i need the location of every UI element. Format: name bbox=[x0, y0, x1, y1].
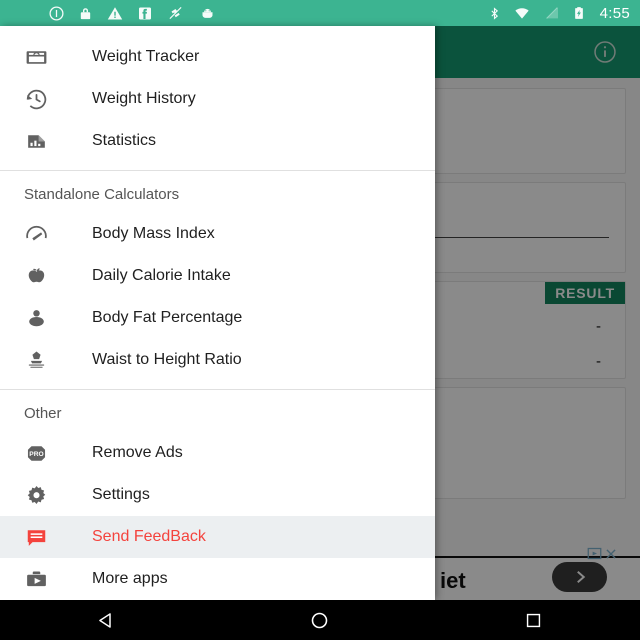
speedometer-icon bbox=[24, 222, 62, 247]
apple-icon bbox=[24, 264, 62, 289]
drawer-item-label: Body Fat Percentage bbox=[92, 309, 243, 326]
drawer-item-label: Waist to Height Ratio bbox=[92, 351, 242, 368]
facebook-icon bbox=[137, 5, 153, 22]
drawer-item-label: More apps bbox=[92, 570, 168, 587]
home-circle-icon[interactable] bbox=[285, 600, 355, 640]
status-bar-left-icons bbox=[48, 4, 217, 22]
waist-measure-icon bbox=[24, 348, 62, 373]
drawer-item-weight-tracker[interactable]: Weight Tracker bbox=[0, 36, 435, 78]
android-icon bbox=[198, 6, 217, 21]
drawer-item-label: Remove Ads bbox=[92, 444, 183, 461]
feedback-message-icon bbox=[24, 525, 62, 550]
drawer-item-label: Send FeedBack bbox=[92, 528, 206, 545]
drawer-subheader-other: Other bbox=[24, 405, 62, 422]
warning-triangle-icon bbox=[106, 5, 124, 22]
status-bar-right-icons: 4:55 bbox=[488, 4, 630, 22]
drawer-item-settings[interactable]: Settings bbox=[0, 474, 435, 516]
android-navigation-bar bbox=[0, 600, 640, 640]
info-circle-icon bbox=[48, 5, 65, 22]
pro-badge-icon: PRO bbox=[24, 441, 62, 466]
drawer-item-statistics[interactable]: Statistics bbox=[0, 120, 435, 162]
drawer-item-send-feedback[interactable]: Send FeedBack bbox=[0, 516, 435, 558]
status-bar-clock: 4:55 bbox=[599, 4, 630, 22]
bar-chart-icon bbox=[24, 129, 62, 154]
drawer-group-main: Weight Tracker Weight History Statistics bbox=[0, 36, 435, 162]
phone-screen: CM | KG IN | LB Height 6 cm RESULT - - T… bbox=[0, 0, 640, 640]
svg-text:PRO: PRO bbox=[29, 451, 43, 458]
apps-briefcase-icon bbox=[24, 567, 62, 592]
navigation-drawer: Weight Tracker Weight History Statistics… bbox=[0, 26, 435, 600]
gear-icon bbox=[24, 483, 62, 508]
lock-icon bbox=[78, 5, 93, 22]
drawer-item-body-mass-index[interactable]: Body Mass Index bbox=[0, 213, 435, 255]
status-bar: 4:55 bbox=[0, 0, 640, 26]
drawer-item-label: Weight History bbox=[92, 90, 196, 107]
wifi-icon bbox=[512, 5, 532, 21]
bluetooth-icon bbox=[488, 5, 501, 22]
drawer-item-label: Weight Tracker bbox=[92, 48, 200, 65]
signal-off-icon bbox=[543, 5, 561, 21]
drawer-item-label: Statistics bbox=[92, 132, 157, 149]
drawer-group-other: Other PRO Remove Ads Settings Send FeedB… bbox=[0, 390, 435, 600]
battery-charging-icon bbox=[572, 4, 586, 22]
drawer-item-remove-ads[interactable]: PRO Remove Ads bbox=[0, 432, 435, 474]
back-triangle-icon[interactable] bbox=[72, 600, 142, 640]
drawer-group-calculators: Standalone Calculators Body Mass Index D… bbox=[0, 171, 435, 381]
drawer-item-label: Body Mass Index bbox=[92, 225, 215, 242]
drawer-subheader-standalone-calculators: Standalone Calculators bbox=[24, 186, 180, 203]
weight-scale-icon bbox=[24, 45, 62, 70]
gps-off-icon bbox=[166, 4, 185, 22]
drawer-item-daily-calorie-intake[interactable]: Daily Calorie Intake bbox=[0, 255, 435, 297]
recents-square-icon[interactable] bbox=[498, 600, 568, 640]
drawer-item-body-fat-percentage[interactable]: Body Fat Percentage bbox=[0, 297, 435, 339]
history-clock-icon bbox=[24, 87, 62, 112]
drawer-item-label: Daily Calorie Intake bbox=[92, 267, 231, 284]
drawer-item-label: Settings bbox=[92, 486, 150, 503]
drawer-item-weight-history[interactable]: Weight History bbox=[0, 78, 435, 120]
drawer-item-waist-to-height-ratio[interactable]: Waist to Height Ratio bbox=[0, 339, 435, 381]
drawer-item-more-apps[interactable]: More apps bbox=[0, 558, 435, 600]
body-person-icon bbox=[24, 306, 62, 331]
